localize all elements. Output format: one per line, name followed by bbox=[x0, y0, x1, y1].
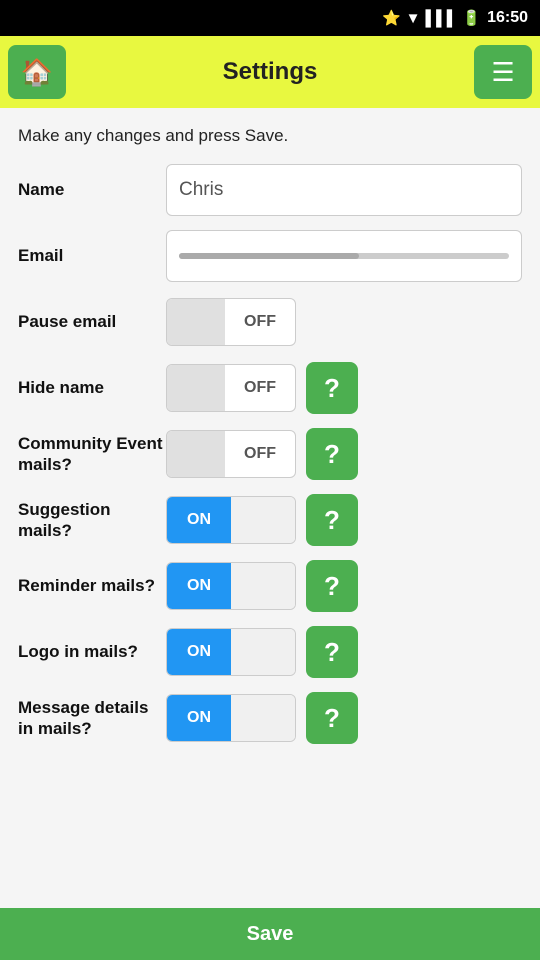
message-details-help-button[interactable]: ? bbox=[306, 692, 358, 744]
email-scrollbar-thumb bbox=[179, 253, 359, 259]
community-event-state: OFF bbox=[225, 445, 295, 463]
save-bar[interactable]: Save bbox=[0, 908, 540, 960]
logo-in-mails-label: Logo in mails? bbox=[18, 641, 166, 662]
logo-in-mails-row: Logo in mails? ON ? bbox=[18, 626, 522, 678]
reminder-mails-toggle[interactable]: ON bbox=[166, 562, 296, 610]
pause-email-label: Pause email bbox=[18, 312, 166, 332]
wifi-icon: ▼ bbox=[406, 10, 421, 27]
email-input[interactable] bbox=[166, 230, 522, 282]
header: 🏠 Settings ☰ bbox=[0, 36, 540, 108]
instruction-text: Make any changes and press Save. bbox=[18, 126, 522, 146]
suggestion-mails-state: ON bbox=[167, 497, 231, 543]
status-bar: ⭐ ▼ ▌▌▌ 🔋 16:50 bbox=[0, 0, 540, 36]
status-time: 16:50 bbox=[487, 9, 528, 27]
name-input[interactable] bbox=[166, 164, 522, 216]
hide-name-state: OFF bbox=[225, 379, 295, 397]
reminder-mails-state: ON bbox=[167, 563, 231, 609]
home-button[interactable]: 🏠 bbox=[8, 45, 66, 99]
message-details-label: Message details in mails? bbox=[18, 697, 166, 740]
suggestion-mails-row: Suggestion mails? ON ? bbox=[18, 494, 522, 546]
status-icons: ⭐ ▼ ▌▌▌ 🔋 bbox=[382, 9, 481, 27]
pause-email-toggle[interactable]: OFF bbox=[166, 298, 296, 346]
reminder-mails-row: Reminder mails? ON ? bbox=[18, 560, 522, 612]
message-details-state: ON bbox=[167, 695, 231, 741]
community-event-row: Community Event mails? OFF ? bbox=[18, 428, 522, 480]
community-event-toggle[interactable]: OFF bbox=[166, 430, 296, 478]
home-icon: 🏠 bbox=[21, 57, 53, 88]
pause-email-state: OFF bbox=[225, 313, 295, 331]
bluetooth-icon: ⭐ bbox=[382, 9, 401, 27]
pause-email-row: Pause email OFF bbox=[18, 296, 522, 348]
name-row: Name bbox=[18, 164, 522, 216]
logo-in-mails-state: ON bbox=[167, 629, 231, 675]
email-row: Email bbox=[18, 230, 522, 282]
message-details-toggle[interactable]: ON bbox=[166, 694, 296, 742]
content: Make any changes and press Save. Name Em… bbox=[0, 108, 540, 744]
suggestion-mails-help-button[interactable]: ? bbox=[306, 494, 358, 546]
community-event-help-button[interactable]: ? bbox=[306, 428, 358, 480]
battery-icon: 🔋 bbox=[462, 9, 481, 27]
email-scrollbar bbox=[179, 253, 509, 259]
menu-icon: ☰ bbox=[491, 57, 514, 88]
save-button-label: Save bbox=[247, 923, 294, 946]
community-event-label: Community Event mails? bbox=[18, 433, 166, 476]
page-title: Settings bbox=[223, 58, 318, 86]
logo-in-mails-toggle[interactable]: ON bbox=[166, 628, 296, 676]
menu-button[interactable]: ☰ bbox=[474, 45, 532, 99]
suggestion-mails-toggle[interactable]: ON bbox=[166, 496, 296, 544]
hide-name-row: Hide name OFF ? bbox=[18, 362, 522, 414]
hide-name-help-button[interactable]: ? bbox=[306, 362, 358, 414]
logo-in-mails-help-button[interactable]: ? bbox=[306, 626, 358, 678]
hide-name-label: Hide name bbox=[18, 378, 166, 398]
reminder-mails-help-button[interactable]: ? bbox=[306, 560, 358, 612]
hide-name-toggle[interactable]: OFF bbox=[166, 364, 296, 412]
signal-icon: ▌▌▌ bbox=[426, 10, 458, 27]
name-label: Name bbox=[18, 180, 166, 200]
reminder-mails-label: Reminder mails? bbox=[18, 575, 166, 596]
message-details-row: Message details in mails? ON ? bbox=[18, 692, 522, 744]
email-label: Email bbox=[18, 246, 166, 266]
suggestion-mails-label: Suggestion mails? bbox=[18, 499, 166, 542]
